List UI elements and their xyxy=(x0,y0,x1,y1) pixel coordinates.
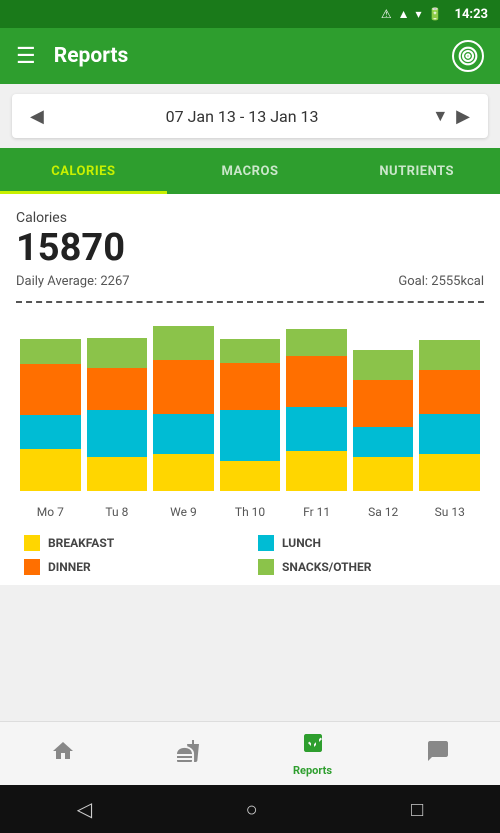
bar-segment xyxy=(286,451,347,491)
bar-segment xyxy=(286,407,347,451)
bar-group xyxy=(20,311,81,491)
dinner-color xyxy=(24,559,40,575)
prev-date-button[interactable]: ◀ xyxy=(22,102,52,131)
bar-segment xyxy=(220,363,281,410)
bar-segment xyxy=(419,454,480,491)
chart-area xyxy=(16,301,484,501)
bar-group xyxy=(353,311,414,491)
bar-segment xyxy=(87,410,148,457)
status-time: 14:23 xyxy=(455,7,489,22)
main-content: Calories 15870 Daily Average: 2267 Goal:… xyxy=(0,194,500,585)
page-title: Reports xyxy=(54,44,452,68)
bar-segment xyxy=(87,457,148,491)
daily-average: Daily Average: 2267 xyxy=(16,274,130,289)
tab-nutrients[interactable]: NUTRIENTS xyxy=(333,148,500,194)
calories-total: 15870 xyxy=(16,228,484,270)
day-label: Fr 11 xyxy=(286,505,347,519)
food-icon xyxy=(176,739,200,769)
status-bar: ⚠ ▲ ▾ 🔋 14:23 xyxy=(0,0,500,28)
bar-segment xyxy=(87,338,148,368)
bar-segment xyxy=(220,339,281,363)
breakfast-color xyxy=(24,535,40,551)
dinner-label: DINNER xyxy=(48,560,91,574)
bar-segment xyxy=(419,414,480,454)
target-icon[interactable] xyxy=(452,40,484,72)
day-label: Th 10 xyxy=(220,505,281,519)
bottom-nav: Reports xyxy=(0,721,500,785)
nav-more[interactable] xyxy=(375,722,500,785)
legend-lunch: LUNCH xyxy=(258,535,476,551)
legend: BREAKFAST LUNCH DINNER SNACKS/OTHER xyxy=(16,535,484,575)
day-label: Mo 7 xyxy=(20,505,81,519)
bar-group xyxy=(220,311,281,491)
android-back[interactable]: ◁ xyxy=(77,797,92,821)
bar-segment xyxy=(286,356,347,407)
bar-segment xyxy=(220,410,281,461)
next-date-button[interactable]: ▶ xyxy=(448,102,478,131)
status-icons: ⚠ ▲ ▾ 🔋 14:23 xyxy=(381,7,488,22)
bar-segment xyxy=(353,457,414,491)
tab-macros[interactable]: MACROS xyxy=(167,148,334,194)
lunch-label: LUNCH xyxy=(282,536,321,550)
day-label: We 9 xyxy=(153,505,214,519)
menu-icon[interactable]: ☰ xyxy=(16,44,36,69)
bar-group xyxy=(286,311,347,491)
lunch-color xyxy=(258,535,274,551)
bar-segment xyxy=(87,368,148,410)
bar-segment xyxy=(153,414,214,454)
home-icon xyxy=(51,739,75,769)
bars-container xyxy=(16,301,484,491)
battery-icon2: 🔋 xyxy=(428,7,443,21)
bar-segment xyxy=(353,427,414,457)
battery-icon: ⚠ xyxy=(381,7,392,21)
date-dropdown-icon[interactable]: ▼ xyxy=(432,106,448,126)
snacks-label: SNACKS/OTHER xyxy=(282,560,371,574)
nav-reports[interactable]: Reports xyxy=(250,722,375,785)
wifi-icon: ▾ xyxy=(416,7,422,21)
android-recent[interactable]: □ xyxy=(411,797,423,822)
bar-segment xyxy=(153,360,214,414)
tab-calories[interactable]: CALORIES xyxy=(0,148,167,194)
day-label: Tu 8 xyxy=(87,505,148,519)
signal-icon: ▲ xyxy=(398,7,410,21)
snacks-color xyxy=(258,559,274,575)
bar-segment xyxy=(153,454,214,491)
goal-label: Goal: 2555kcal xyxy=(398,274,484,289)
bar-segment xyxy=(20,364,81,415)
calories-meta: Daily Average: 2267 Goal: 2555kcal xyxy=(16,274,484,289)
day-labels: Mo 7 Tu 8 We 9 Th 10 Fr 11 Sa 12 Su 13 xyxy=(16,505,484,519)
tabs-container: CALORIES MACROS NUTRIENTS xyxy=(0,148,500,194)
bar-segment xyxy=(419,370,480,414)
calories-section-label: Calories xyxy=(16,210,484,226)
legend-dinner: DINNER xyxy=(24,559,242,575)
legend-breakfast: BREAKFAST xyxy=(24,535,242,551)
android-home[interactable]: ○ xyxy=(246,797,258,822)
date-range-label: 07 Jan 13 - 13 Jan 13 xyxy=(52,107,432,126)
bar-segment xyxy=(153,326,214,360)
date-picker[interactable]: ◀ 07 Jan 13 - 13 Jan 13 ▼ ▶ xyxy=(12,94,488,138)
breakfast-label: BREAKFAST xyxy=(48,536,114,550)
day-label: Su 13 xyxy=(419,505,480,519)
bar-segment xyxy=(353,380,414,427)
nav-food[interactable] xyxy=(125,722,250,785)
bar-segment xyxy=(20,449,81,491)
reports-nav-label: Reports xyxy=(293,764,332,777)
day-label: Sa 12 xyxy=(353,505,414,519)
bar-segment xyxy=(286,329,347,356)
bar-group xyxy=(419,311,480,491)
bar-group xyxy=(87,311,148,491)
bar-segment xyxy=(353,350,414,380)
header: ☰ Reports xyxy=(0,28,500,84)
bar-segment xyxy=(419,340,480,370)
bar-group xyxy=(153,311,214,491)
goal-line xyxy=(16,301,484,303)
bar-segment xyxy=(20,415,81,449)
more-icon xyxy=(426,739,450,769)
bar-segment xyxy=(20,339,81,364)
bar-segment xyxy=(220,461,281,491)
legend-snacks: SNACKS/OTHER xyxy=(258,559,476,575)
nav-home[interactable] xyxy=(0,722,125,785)
android-nav: ◁ ○ □ xyxy=(0,785,500,833)
reports-icon xyxy=(301,731,325,761)
